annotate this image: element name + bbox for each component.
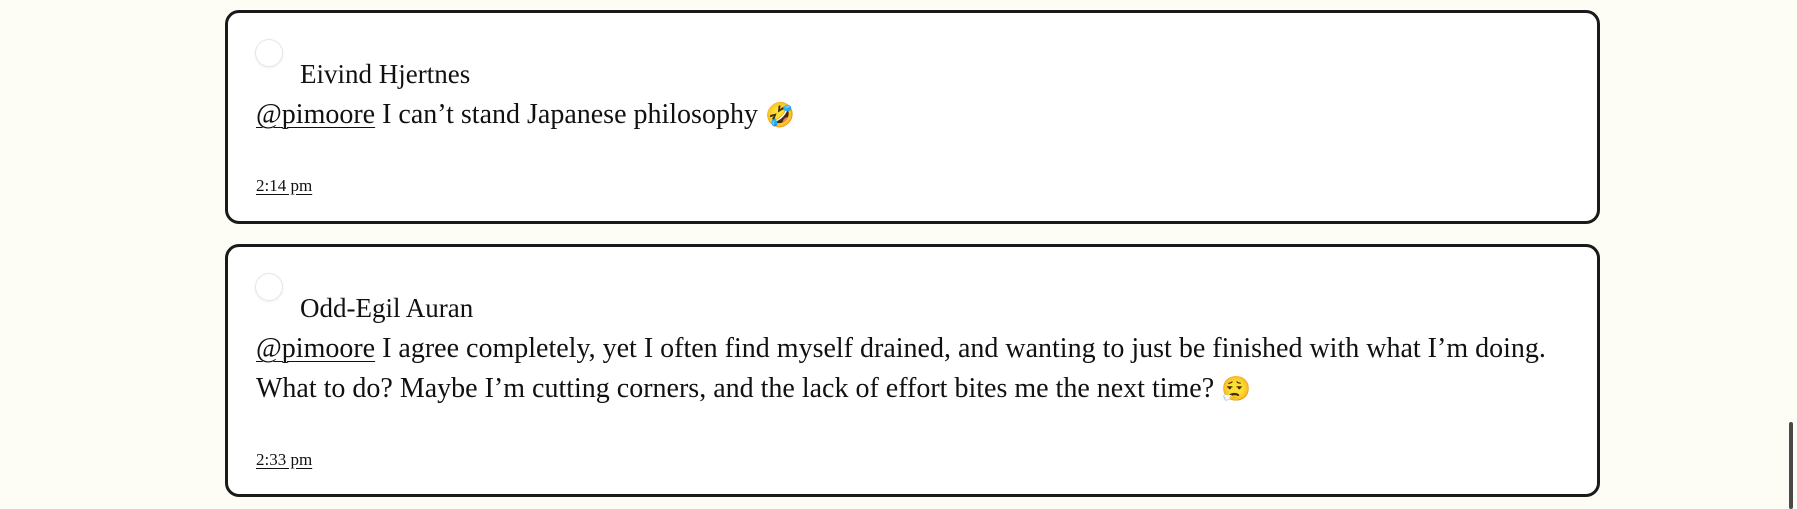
reply-content: @pimoore I agree completely, yet I often… (256, 329, 1557, 409)
timestamp-link[interactable]: 2:14 pm (256, 176, 312, 196)
author-name: Eivind Hjertnes (300, 59, 471, 89)
avatar[interactable] (256, 274, 282, 300)
timestamp-link[interactable]: 2:33 pm (256, 450, 312, 470)
avatar[interactable] (256, 40, 282, 66)
reply-content: @pimoore I can’t stand Japanese philosop… (256, 95, 1557, 135)
vertical-scrollbar[interactable] (1785, 0, 1797, 509)
scrollbar-thumb[interactable] (1789, 422, 1793, 509)
reply-text: I agree completely, yet I often find mys… (256, 333, 1546, 404)
mention-link[interactable]: @pimoore (256, 99, 375, 130)
reply-card: Eivind Hjertnes @pimoore I can’t stand J… (225, 10, 1600, 224)
replies-feed: Eivind Hjertnes @pimoore I can’t stand J… (225, 10, 1600, 497)
face-exhaling-emoji-icon: 😮‍💨 (1221, 375, 1252, 403)
reply-card: Odd-Egil Auran @pimoore I agree complete… (225, 244, 1600, 497)
rolling-laughing-emoji-icon: 🤣 (764, 101, 795, 129)
author-name: Odd-Egil Auran (300, 293, 474, 323)
mention-link[interactable]: @pimoore (256, 333, 375, 364)
reply-text: I can’t stand Japanese philosophy (382, 99, 758, 130)
